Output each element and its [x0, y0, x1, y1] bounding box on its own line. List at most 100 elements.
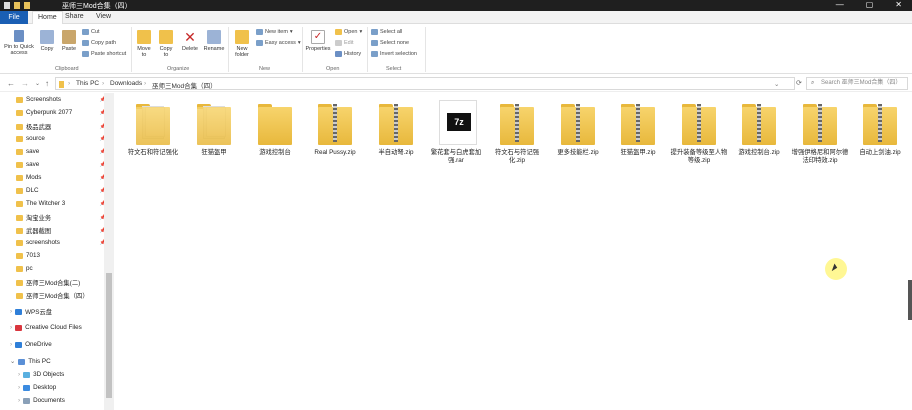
- file-item[interactable]: Real Pussy.zip: [305, 100, 365, 157]
- cube-icon: [23, 371, 31, 378]
- select-all-button[interactable]: Select all: [371, 29, 402, 35]
- pin-quick-access-button[interactable]: Pin to Quick access: [2, 30, 36, 56]
- sidebar-item-3d-objects[interactable]: › 3D Objects: [18, 371, 112, 378]
- forward-arrow-icon[interactable]: →: [21, 79, 29, 88]
- sidebar-item[interactable]: 极品武器 📌: [16, 122, 110, 131]
- sidebar-item[interactable]: Mods 📌: [16, 174, 110, 181]
- properties-icon: ✓: [311, 30, 325, 44]
- invert-selection-button[interactable]: Invert selection: [371, 51, 417, 57]
- sidebar-item[interactable]: 淘宝业务 📌: [16, 213, 110, 222]
- paste-button[interactable]: Paste: [60, 30, 78, 52]
- sidebar-item[interactable]: Cyberpunk 2077 📌: [16, 109, 110, 116]
- folder-icon[interactable]: [14, 2, 20, 9]
- file-item[interactable]: 7z 繁花套与白虎套加强.rar: [426, 100, 486, 165]
- select-none-button[interactable]: Select none: [371, 40, 409, 46]
- sidebar-item-desktop[interactable]: › Desktop: [18, 384, 112, 391]
- sidebar-item[interactable]: 巫师三Mod合集(二): [16, 278, 110, 287]
- file-item[interactable]: 狂猫盔甲: [184, 100, 244, 157]
- folder-icon: [136, 100, 170, 145]
- pin-icon: [14, 30, 24, 42]
- sidebar-item[interactable]: DLC 📌: [16, 187, 110, 194]
- sidebar-item[interactable]: save 📌: [16, 161, 110, 168]
- copy-path-icon: [82, 40, 89, 46]
- folder-icon: [16, 200, 23, 207]
- file-item[interactable]: 游戏控制台.zip: [729, 100, 789, 157]
- tab-view[interactable]: View: [96, 13, 111, 20]
- document-icon[interactable]: [4, 2, 10, 9]
- new-folder-button[interactable]: New folder: [232, 30, 252, 58]
- folder-icon: [59, 81, 64, 88]
- sidebar-item[interactable]: 7013: [16, 252, 110, 259]
- history-button[interactable]: History: [335, 51, 361, 57]
- search-input[interactable]: ⌕ Search 巫师三Mod合集（四）: [806, 77, 908, 90]
- sidebar-item[interactable]: pc: [16, 265, 110, 272]
- file-item[interactable]: 自动上剑油.zip: [850, 100, 910, 157]
- history-icon: [335, 51, 342, 57]
- folder-icon: [16, 279, 23, 286]
- address-bar[interactable]: › This PC › Downloads › 巫师三Mod合集（四） ⌄: [55, 77, 795, 90]
- new-item-button[interactable]: New item ▾: [256, 29, 293, 35]
- file-item[interactable]: 半自动弩.zip: [366, 100, 426, 157]
- tab-file[interactable]: File: [0, 11, 28, 24]
- up-arrow-icon[interactable]: ↑: [45, 79, 49, 88]
- refresh-icon[interactable]: ⟳: [796, 79, 802, 87]
- breadcrumb-downloads[interactable]: Downloads: [110, 80, 142, 87]
- folder-icon: [16, 109, 23, 116]
- scrollbar-thumb[interactable]: [106, 273, 112, 398]
- sidebar-item[interactable]: 巫师三Mod合集（四）: [16, 291, 110, 300]
- open-button[interactable]: Open ▾: [335, 29, 362, 35]
- delete-button[interactable]: ✕ Delete: [181, 30, 199, 52]
- folder-icon[interactable]: [24, 2, 30, 9]
- rename-button[interactable]: Rename: [203, 30, 225, 52]
- search-icon: ⌕: [811, 80, 815, 86]
- edit-button[interactable]: Edit: [335, 40, 353, 46]
- sidebar-item[interactable]: source 📌: [16, 135, 110, 142]
- file-item[interactable]: 提升装备等级至人物等级.zip: [669, 100, 729, 165]
- select-none-icon: [371, 40, 378, 46]
- file-item[interactable]: 游戏控制台: [245, 100, 305, 157]
- sidebar-item-wps[interactable]: › WPS云盘: [10, 307, 104, 316]
- close-button[interactable]: ✕: [895, 0, 902, 9]
- file-item[interactable]: 增强伊格尼和阿尔德法印特效.zip: [790, 100, 850, 165]
- folder-icon: [197, 100, 231, 145]
- copy-path-button[interactable]: Copy path: [82, 40, 116, 46]
- sidebar-item[interactable]: Screenshots 📌: [16, 96, 110, 103]
- properties-button[interactable]: ✓ Properties: [305, 30, 331, 52]
- file-item[interactable]: 狂猫盔甲.zip: [608, 100, 668, 157]
- minimize-button[interactable]: —: [836, 0, 844, 9]
- paste-shortcut-button[interactable]: Paste shortcut: [82, 51, 126, 57]
- sidebar-item-creative-cloud[interactable]: › Creative Cloud Files: [10, 324, 104, 331]
- cloud-icon: [15, 308, 23, 315]
- sidebar-item[interactable]: 武器截图 📌: [16, 226, 110, 235]
- sidebar-item-this-pc[interactable]: ⌄ This PC: [10, 358, 104, 365]
- maximize-button[interactable]: ▢: [866, 0, 874, 9]
- breadcrumb-current-folder[interactable]: 巫师三Mod合集（四）: [152, 80, 217, 90]
- tab-home[interactable]: Home: [32, 11, 63, 24]
- chevron-down-icon: ▾: [359, 29, 363, 35]
- easy-access-button[interactable]: Easy access ▾: [256, 40, 301, 46]
- folder-icon: [16, 227, 23, 234]
- tab-share[interactable]: Share: [65, 13, 84, 20]
- sidebar-scrollbar[interactable]: [104, 93, 114, 410]
- sidebar-item-documents[interactable]: › Documents: [18, 397, 112, 404]
- sidebar-item[interactable]: The Witcher 3 📌: [16, 200, 110, 207]
- copy-to-button[interactable]: Copy to: [157, 30, 175, 58]
- copy-button[interactable]: Copy: [38, 30, 56, 52]
- file-item[interactable]: 符文石与符记强化.zip: [487, 100, 547, 165]
- folder-icon: [258, 100, 292, 145]
- file-item[interactable]: 符文石和符记强化: [123, 100, 183, 157]
- recent-dropdown-icon[interactable]: ⌄: [35, 80, 40, 87]
- move-to-button[interactable]: Move to: [135, 30, 153, 58]
- group-divider: [131, 27, 132, 72]
- open-icon: [335, 29, 342, 35]
- breadcrumb-this-pc[interactable]: This PC: [76, 80, 99, 87]
- file-item[interactable]: 更多技能栏.zip: [548, 100, 608, 157]
- back-arrow-icon[interactable]: ←: [7, 79, 15, 88]
- sidebar-item[interactable]: screenshots 📌: [16, 239, 110, 246]
- address-dropdown-icon[interactable]: ⌄: [774, 80, 779, 88]
- cut-button[interactable]: Cut: [82, 29, 100, 35]
- sidebar-item[interactable]: save 📌: [16, 148, 110, 155]
- sidebar-item-onedrive[interactable]: › OneDrive: [10, 341, 104, 348]
- folder-icon: [16, 96, 23, 103]
- folder-icon: [16, 252, 23, 259]
